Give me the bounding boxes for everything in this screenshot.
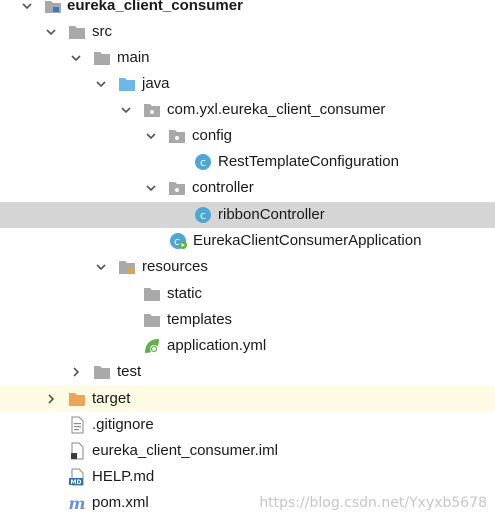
folder-icon [143,285,161,303]
source-root-folder-icon [118,75,136,93]
spring-boot-app-icon: c [169,232,187,250]
chevron-down-icon[interactable] [94,260,108,274]
tree-node-label: eureka_client_consumer.iml [92,442,278,459]
tree-node-resources[interactable]: resources [0,254,495,280]
tree-node-label: controller [192,179,254,196]
svg-text:c: c [200,209,206,222]
folder-icon [143,311,161,329]
module-folder-icon [44,0,62,15]
tree-node-label: templates [167,311,233,328]
tree-node-label: application.yml [167,337,267,354]
tree-node-label: .gitignore [92,416,154,433]
tree-node-label: HELP.md [92,468,155,485]
folder-icon [93,49,111,67]
tree-node-label: ribbonController [218,206,325,223]
tree-node-package-root[interactable]: com.yxl.eureka_client_consumer [0,97,495,123]
tree-node-templates[interactable]: templates [0,307,495,333]
chevron-down-icon[interactable] [119,103,133,117]
svg-text:m: m [69,494,86,512]
tree-node-help-md[interactable]: MD HELP.md [0,464,495,490]
tree-node-label: test [117,363,142,380]
chevron-down-icon[interactable] [44,25,58,39]
class-icon: c [194,206,212,224]
tree-node-application-yml[interactable]: application.yml [0,333,495,359]
tree-node-label: RestTemplateConfiguration [218,153,399,170]
tree-node-controller[interactable]: controller [0,175,495,201]
tree-node-resttemplateconfiguration[interactable]: c RestTemplateConfiguration [0,149,495,175]
tree-node-gitignore[interactable]: .gitignore [0,412,495,438]
chevron-right-icon[interactable] [44,392,58,406]
svg-text:c: c [174,235,180,248]
watermark: https://blog.csdn.net/Yxyxb5678 [259,495,487,511]
tree-node-ribboncontroller[interactable]: c ribbonController [0,202,495,228]
folder-icon [68,23,86,41]
svg-text:c: c [200,156,206,169]
excluded-folder-icon [68,390,86,408]
package-icon [143,101,161,119]
tree-node-label: pom.xml [92,494,149,511]
resources-folder-icon [118,258,136,276]
tree-node-label: com.yxl.eureka_client_consumer [167,101,386,118]
tree-node-label: EurekaClientConsumerApplication [193,232,422,249]
class-icon: c [194,153,212,171]
chevron-down-icon[interactable] [144,129,158,143]
tree-node-eureka-client-consumer[interactable]: eureka_client_consumer [0,0,495,19]
package-icon [168,127,186,145]
tree-node-label: main [117,49,150,66]
tree-node-target[interactable]: target [0,386,495,412]
tree-node-label: target [92,390,131,407]
markdown-file-icon: MD [68,468,86,486]
chevron-down-icon[interactable] [20,0,34,13]
tree-node-iml-file[interactable]: eureka_client_consumer.iml [0,438,495,464]
tree-node-static[interactable]: static [0,281,495,307]
tree-node-label: java [142,75,170,92]
svg-text:MD: MD [71,479,82,486]
tree-node-label: static [167,285,203,302]
chevron-right-icon[interactable] [69,365,83,379]
tree-node-config[interactable]: config [0,123,495,149]
chevron-down-icon[interactable] [94,77,108,91]
maven-icon: m [68,494,86,512]
chevron-down-icon[interactable] [69,51,83,65]
folder-icon [93,363,111,381]
package-icon [168,179,186,197]
tree-node-java[interactable]: java [0,71,495,97]
text-file-icon [68,416,86,434]
tree-node-label: config [192,127,233,144]
tree-node-label: eureka_client_consumer [67,0,243,14]
spring-config-icon [143,337,161,355]
chevron-down-icon[interactable] [144,181,158,195]
tree-node-label: resources [142,258,208,275]
iml-file-icon [68,442,86,460]
tree-node-label: src [92,23,112,40]
tree-node-test[interactable]: test [0,359,495,385]
tree-node-eurekaclientconsumerapplication[interactable]: c EurekaClientConsumerApplication [0,228,495,254]
tree-node-src[interactable]: src [0,19,495,45]
tree-node-main[interactable]: main [0,45,495,71]
